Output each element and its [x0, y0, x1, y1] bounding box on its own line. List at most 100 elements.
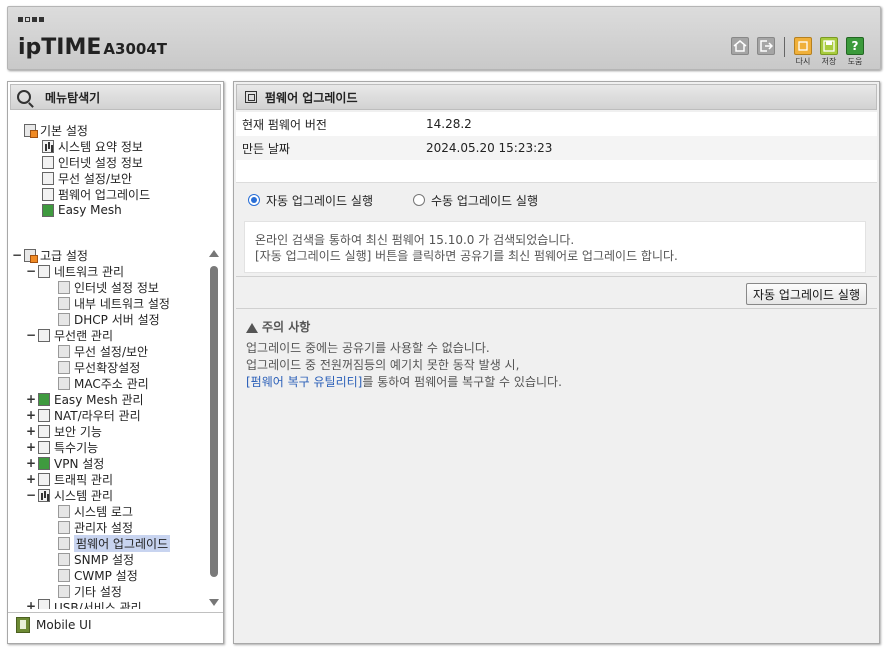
- logo: ipTIME A3004T: [18, 35, 167, 60]
- tree-basic-settings[interactable]: 기본 설정: [24, 122, 88, 138]
- tree-system-summary[interactable]: 시스템 요약 정보: [42, 138, 143, 154]
- tree-label: 고급 설정: [40, 248, 88, 263]
- page-icon: [58, 568, 70, 582]
- mobile-ui-link[interactable]: Mobile UI: [16, 617, 92, 633]
- tree-dhcp-setup[interactable]: DHCP 서버 설정: [58, 311, 160, 327]
- tree-cwmp[interactable]: CWMP 설정: [58, 567, 138, 583]
- folder-icon: [24, 123, 38, 138]
- mobile-icon: [16, 617, 30, 633]
- mesh-icon: [38, 392, 50, 406]
- tree-wireless-management[interactable]: − 무선랜 관리: [26, 327, 113, 343]
- radio-auto-upgrade[interactable]: 자동 업그레이드 실행: [248, 192, 373, 209]
- toolbar-divider: [784, 37, 785, 57]
- refresh-label: 다시: [795, 57, 811, 66]
- tree-usb-service[interactable]: + USB/서비스 관리: [26, 599, 142, 609]
- action-row: 자동 업그레이드 실행: [236, 277, 877, 309]
- mobile-ui-label: Mobile UI: [36, 618, 92, 632]
- tree-misc[interactable]: 기타 설정: [58, 583, 122, 599]
- radio-button-checked[interactable]: [248, 194, 260, 206]
- expand-icon[interactable]: +: [26, 392, 36, 406]
- tree-easy-mesh-management[interactable]: + Easy Mesh 관리: [26, 391, 144, 407]
- tree-admin-setup[interactable]: 관리자 설정: [58, 519, 133, 535]
- tree-label: 시스템 로그: [74, 504, 134, 519]
- tree-label: 보안 기능: [54, 424, 102, 439]
- tree-vpn[interactable]: + VPN 설정: [26, 455, 104, 471]
- tree-internet-info[interactable]: 인터넷 설정 정보: [42, 154, 143, 170]
- page-icon: [58, 344, 70, 358]
- tree-label: 기타 설정: [74, 584, 122, 599]
- help-button[interactable]: ? 도움: [844, 37, 866, 67]
- collapse-icon[interactable]: −: [26, 488, 36, 502]
- tree-label: 시스템 관리: [54, 488, 114, 503]
- tree-label: 관리자 설정: [74, 520, 134, 535]
- recovery-utility-link[interactable]: [펌웨어 복구 유틸리티]: [246, 375, 362, 389]
- radio-button[interactable]: [413, 194, 425, 206]
- router-icon: [38, 408, 50, 422]
- upgrade-options: 자동 업그레이드 실행 수동 업그레이드 실행 온라인 검색을 통하여 최신 펌…: [236, 182, 877, 277]
- collapse-icon[interactable]: −: [12, 248, 22, 262]
- tree-label: 무선확장설정: [74, 360, 141, 375]
- mesh-icon: [42, 203, 54, 217]
- page-icon: [58, 280, 70, 294]
- tree-label: 트래픽 관리: [54, 472, 114, 487]
- traffic-icon: [38, 472, 50, 486]
- tree-firmware-upgrade[interactable]: 펌웨어 업그레이드: [58, 534, 171, 552]
- page-icon: [245, 91, 257, 103]
- radio-manual-upgrade[interactable]: 수동 업그레이드 실행: [413, 192, 538, 209]
- usb-icon: [38, 599, 50, 609]
- tree-lan-setup[interactable]: 내부 네트워크 설정: [58, 295, 170, 311]
- home-button[interactable]: [729, 37, 751, 55]
- tools-icon: [38, 440, 50, 454]
- tree-firmware-upgrade-basic[interactable]: 펌웨어 업그레이드: [42, 186, 150, 202]
- tree-nat-router[interactable]: + NAT/라우터 관리: [26, 407, 141, 423]
- tree-label: CWMP 설정: [74, 568, 138, 583]
- logout-button[interactable]: [755, 37, 777, 55]
- auto-upgrade-button[interactable]: 자동 업그레이드 실행: [746, 283, 867, 305]
- tree-easy-mesh[interactable]: Easy Mesh: [42, 202, 122, 218]
- scroll-up-icon[interactable]: [209, 250, 219, 257]
- collapse-icon[interactable]: −: [26, 264, 36, 278]
- tree-security[interactable]: + 보안 기능: [26, 423, 102, 439]
- tree-advanced-settings[interactable]: − 고급 설정: [12, 247, 88, 263]
- tree-label: MAC주소 관리: [74, 376, 149, 391]
- page-icon: [58, 376, 70, 390]
- info-row-blank: [236, 160, 877, 182]
- page-icon: [58, 360, 70, 374]
- tree-internet-setup[interactable]: 인터넷 설정 정보: [58, 279, 159, 295]
- expand-icon[interactable]: +: [26, 424, 36, 438]
- tree-system-log[interactable]: 시스템 로그: [58, 503, 133, 519]
- home-icon: [731, 37, 749, 55]
- tree-label: SNMP 설정: [74, 552, 135, 567]
- expand-icon[interactable]: +: [26, 599, 36, 609]
- page-icon: [58, 296, 70, 310]
- notice-section: 주의 사항 업그레이드 중에는 공유기를 사용할 수 없습니다. 업그레이드 중…: [234, 309, 879, 401]
- save-button[interactable]: 저장: [818, 37, 840, 67]
- collapse-icon[interactable]: −: [26, 328, 36, 342]
- tree-traffic[interactable]: + 트래픽 관리: [26, 471, 113, 487]
- expand-icon[interactable]: +: [26, 408, 36, 422]
- tree-mac-management[interactable]: MAC주소 관리: [58, 375, 149, 391]
- expand-icon[interactable]: +: [26, 472, 36, 486]
- notice-line-rest: 를 통하여 펌웨어를 복구할 수 있습니다.: [362, 375, 562, 389]
- tree-system-management[interactable]: − 시스템 관리: [26, 487, 113, 503]
- tree-snmp[interactable]: SNMP 설정: [58, 551, 134, 567]
- scroll-thumb[interactable]: [210, 266, 218, 577]
- tree-label: Easy Mesh 관리: [54, 392, 144, 407]
- tree-wireless-setup[interactable]: 무선 설정/보안: [58, 343, 148, 359]
- tree-wireless-security[interactable]: 무선 설정/보안: [42, 170, 132, 186]
- tree-wireless-extend[interactable]: 무선확장설정: [58, 359, 140, 375]
- menu-scrollbar[interactable]: [209, 250, 219, 606]
- scroll-down-icon[interactable]: [209, 599, 219, 606]
- expand-icon[interactable]: +: [26, 440, 36, 454]
- tree-special-features[interactable]: + 특수기능: [26, 439, 98, 455]
- tree-network-management[interactable]: − 네트워크 관리: [26, 263, 124, 279]
- radio-label: 자동 업그레이드 실행: [266, 193, 373, 208]
- expand-icon[interactable]: +: [26, 456, 36, 470]
- tree-label: 네트워크 관리: [54, 264, 125, 279]
- notice-line: [펌웨어 복구 유틸리티]를 통하여 펌웨어를 복구할 수 있습니다.: [246, 374, 867, 391]
- refresh-button[interactable]: 다시: [792, 37, 814, 67]
- tree-label: USB/서비스 관리: [54, 601, 142, 609]
- save-icon: [820, 37, 838, 55]
- page-icon: [58, 584, 70, 598]
- model-name: A3004T: [103, 40, 167, 58]
